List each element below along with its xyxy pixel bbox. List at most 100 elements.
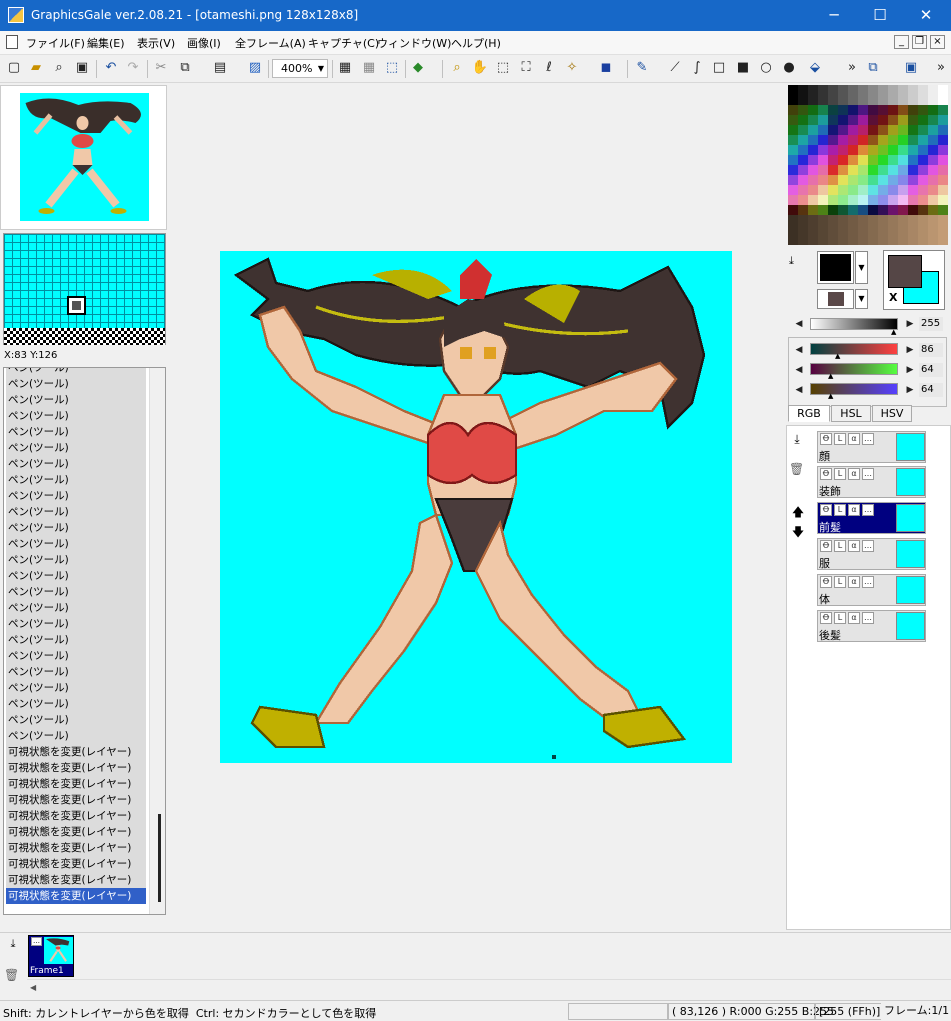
open-icon[interactable]: ▰	[27, 59, 45, 77]
freehand-select-icon[interactable]: ℓ	[540, 59, 558, 77]
palette-swatch[interactable]	[898, 225, 908, 235]
palette-swatch[interactable]	[928, 235, 938, 245]
palette-swatch[interactable]	[808, 195, 818, 205]
palette-swatch[interactable]	[808, 85, 818, 95]
palette-swatch[interactable]	[828, 155, 838, 165]
history-item[interactable]: ペン(ツール)	[6, 664, 146, 680]
palette-swatch[interactable]	[938, 165, 948, 175]
history-item[interactable]: ペン(ツール)	[6, 680, 146, 696]
palette-swatch[interactable]	[898, 205, 908, 215]
palette-swatch[interactable]	[858, 185, 868, 195]
palette-swatch[interactable]	[908, 115, 918, 125]
palette-swatch[interactable]	[788, 205, 798, 215]
palette-swatch[interactable]	[878, 165, 888, 175]
palette-swatch[interactable]	[908, 95, 918, 105]
image-canvas[interactable]	[220, 251, 732, 763]
menu-all-frames[interactable]: 全フレーム(A)	[235, 35, 306, 51]
layer-add-icon[interactable]: ⧉	[864, 59, 882, 77]
palette-swatch[interactable]	[798, 85, 808, 95]
layer-item[interactable]: Ꝋ Lα… 後髪	[817, 610, 926, 642]
palette-swatch[interactable]	[828, 175, 838, 185]
palette-swatch[interactable]	[938, 95, 948, 105]
visibility-icon[interactable]: Ꝋ	[820, 576, 832, 588]
swap-colors-button[interactable]: X	[889, 291, 897, 304]
palette-swatch[interactable]	[858, 205, 868, 215]
chevron-down-icon[interactable]: ▼	[855, 289, 868, 309]
history-item[interactable]: ペン(ツール)	[6, 392, 146, 408]
palette-swatch[interactable]	[888, 165, 898, 175]
history-scrollbar[interactable]	[149, 368, 165, 914]
tab-hsv[interactable]: HSV	[872, 405, 912, 422]
undo-icon[interactable]: ↶	[102, 59, 120, 77]
palette-swatch[interactable]	[868, 175, 878, 185]
palette-swatch[interactable]	[938, 85, 948, 95]
arrow-left-icon[interactable]: ◀	[792, 383, 806, 397]
color-palette[interactable]	[788, 85, 948, 245]
frame-download-icon[interactable]: ⤓	[6, 937, 20, 951]
mdi-close-button[interactable]: ×	[930, 35, 945, 49]
tab-hsl[interactable]: HSL	[831, 405, 871, 422]
alpha-icon[interactable]: α	[848, 612, 860, 624]
palette-swatch[interactable]	[838, 85, 848, 95]
palette-swatch[interactable]	[888, 105, 898, 115]
foreground-color-swatch[interactable]	[888, 255, 922, 288]
frame-thumbnail[interactable]: … Frame1	[28, 935, 74, 977]
palette-swatch[interactable]	[878, 95, 888, 105]
alpha-icon[interactable]: α	[848, 433, 860, 445]
palette-swatch[interactable]	[788, 105, 798, 115]
palette-swatch[interactable]	[918, 165, 928, 175]
palette-swatch[interactable]	[868, 85, 878, 95]
palette-swatch[interactable]	[888, 195, 898, 205]
palette-swatch[interactable]	[848, 235, 858, 245]
palette-swatch[interactable]	[928, 115, 938, 125]
palette-swatch[interactable]	[848, 125, 858, 135]
palette-swatch[interactable]	[858, 95, 868, 105]
secondary-color-box[interactable]	[817, 289, 854, 309]
palette-swatch[interactable]	[878, 215, 888, 225]
frame-options-icon[interactable]: …	[31, 937, 42, 946]
layer-options-icon[interactable]: …	[862, 612, 874, 624]
menu-help[interactable]: ヘルプ(H)	[451, 35, 501, 51]
history-item[interactable]: ペン(ツール)	[6, 536, 146, 552]
maximize-button[interactable]: ☐	[857, 0, 903, 31]
color-select-icon[interactable]: ◼	[597, 59, 615, 77]
palette-swatch[interactable]	[938, 195, 948, 205]
palette-swatch[interactable]	[828, 225, 838, 235]
move-down-icon[interactable]: 🡇	[791, 525, 805, 539]
palette-swatch[interactable]	[838, 215, 848, 225]
pixel-grid-icon[interactable]: ▦	[360, 59, 378, 77]
pen-icon[interactable]: ✎	[633, 59, 651, 77]
palette-swatch[interactable]	[858, 145, 868, 155]
palette-swatch[interactable]	[848, 85, 858, 95]
paste-icon[interactable]: ▤	[211, 59, 229, 77]
layer-options-icon[interactable]: …	[862, 433, 874, 445]
lock-icon[interactable]: L	[834, 433, 846, 445]
palette-swatch[interactable]	[918, 155, 928, 165]
palette-swatch[interactable]	[788, 135, 798, 145]
palette-swatch[interactable]	[788, 115, 798, 125]
layer-options-icon[interactable]: …	[862, 576, 874, 588]
palette-swatch[interactable]	[878, 225, 888, 235]
palette-swatch[interactable]	[798, 175, 808, 185]
layer-item[interactable]: Ꝋ Lα… 体	[817, 574, 926, 606]
palette-swatch[interactable]	[828, 105, 838, 115]
download-icon[interactable]: ⤓	[789, 254, 794, 268]
palette-swatch[interactable]	[808, 235, 818, 245]
palette-swatch[interactable]	[908, 85, 918, 95]
palette-swatch[interactable]	[838, 95, 848, 105]
palette-swatch[interactable]	[848, 205, 858, 215]
palette-swatch[interactable]	[798, 95, 808, 105]
palette-swatch[interactable]	[898, 235, 908, 245]
history-item[interactable]: ペン(ツール)	[6, 520, 146, 536]
scrollbar-thumb[interactable]	[158, 814, 161, 902]
palette-swatch[interactable]	[798, 125, 808, 135]
palette-swatch[interactable]	[918, 205, 928, 215]
visibility-icon[interactable]: Ꝋ	[820, 433, 832, 445]
palette-swatch[interactable]	[938, 125, 948, 135]
lock-icon[interactable]: L	[834, 540, 846, 552]
palette-swatch[interactable]	[868, 205, 878, 215]
palette-swatch[interactable]	[808, 125, 818, 135]
history-item[interactable]: ペン(ツール)	[6, 600, 146, 616]
close-button[interactable]: ✕	[903, 0, 949, 31]
palette-swatch[interactable]	[818, 125, 828, 135]
